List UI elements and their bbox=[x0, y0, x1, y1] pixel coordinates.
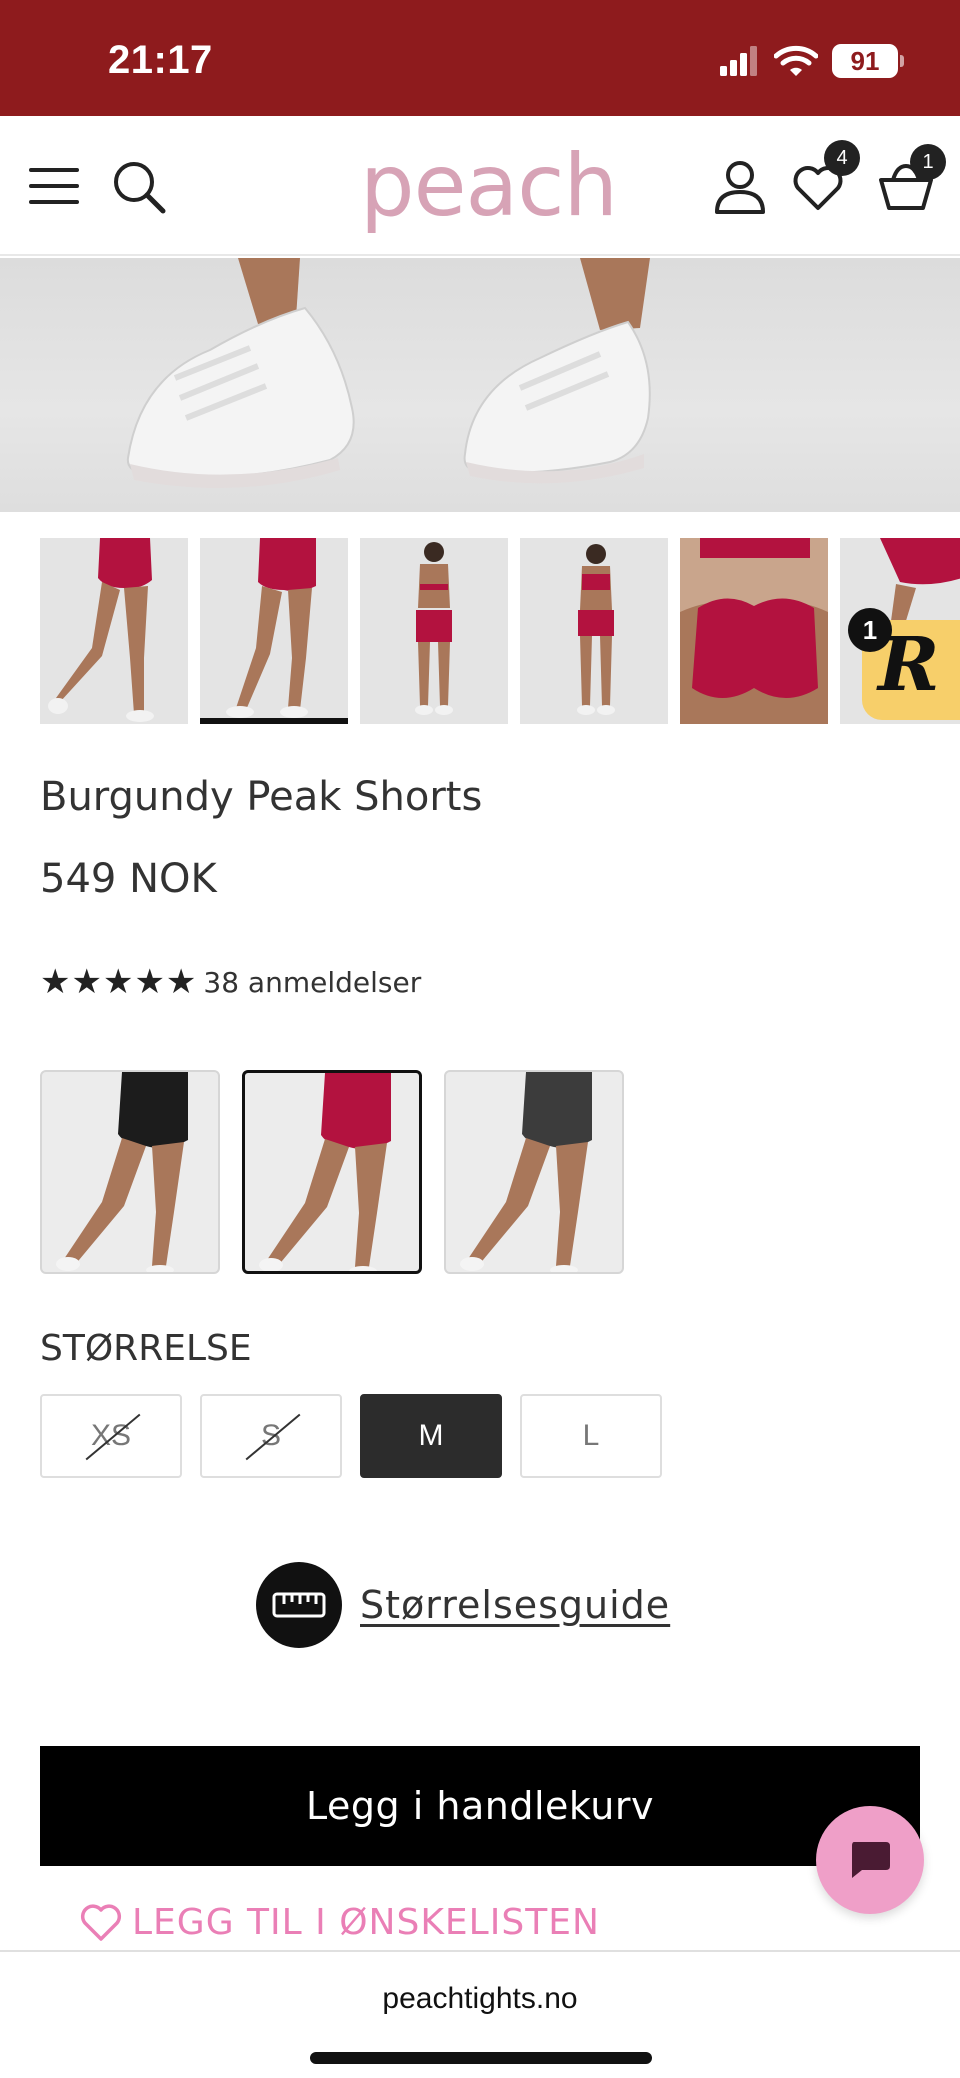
site-header: peach 4 1 bbox=[0, 116, 960, 256]
burgundy-shorts-photo bbox=[259, 1073, 391, 1271]
signal-icon bbox=[720, 46, 757, 76]
size-option-s[interactable]: S bbox=[200, 1394, 342, 1478]
search-icon bbox=[114, 162, 166, 214]
product-title: Burgundy Peak Shorts bbox=[40, 774, 483, 820]
menu-button[interactable] bbox=[28, 166, 80, 206]
thumbnail-2[interactable] bbox=[200, 538, 348, 724]
rewards-count-badge: 1 bbox=[848, 608, 892, 652]
chat-button[interactable] bbox=[816, 1806, 924, 1914]
add-to-wishlist-label: LEGG TIL I ØNSKELISTEN bbox=[132, 1902, 600, 1943]
battery-indicator: 91 bbox=[832, 44, 904, 78]
hamburger-icon bbox=[29, 168, 79, 204]
status-time: 21:17 bbox=[108, 38, 213, 82]
browser-address-bar[interactable]: peachtights.no bbox=[0, 1950, 960, 2078]
home-indicator[interactable] bbox=[310, 2052, 652, 2064]
color-option-black[interactable] bbox=[40, 1070, 220, 1274]
size-option-l[interactable]: L bbox=[520, 1394, 662, 1478]
thumbnail-4[interactable] bbox=[520, 538, 668, 724]
thumbnail-5[interactable] bbox=[680, 538, 828, 724]
size-guide-link[interactable]: Størrelsesguide bbox=[256, 1562, 670, 1648]
search-button[interactable] bbox=[110, 158, 168, 216]
heart-outline-icon bbox=[80, 1903, 122, 1941]
site-logo[interactable]: peach bbox=[360, 136, 618, 236]
color-option-burgundy[interactable] bbox=[242, 1070, 422, 1274]
product-price: 549 NOK bbox=[40, 856, 217, 902]
ruler-icon bbox=[256, 1562, 342, 1648]
size-guide-label[interactable]: Størrelsesguide bbox=[360, 1583, 670, 1627]
url-text[interactable]: peachtights.no bbox=[0, 1982, 960, 2016]
rating-stars-icon: ★★★★★ bbox=[40, 962, 198, 1002]
chat-icon bbox=[852, 1842, 890, 1878]
size-label: STØRRELSE bbox=[40, 1328, 252, 1369]
size-selector: XS S M L bbox=[40, 1394, 662, 1478]
thumbnail-strip bbox=[40, 538, 960, 724]
size-option-m[interactable]: M bbox=[360, 1394, 502, 1478]
product-page: 21:17 91 peach 4 1 R 1 Burgundy Peak Sho… bbox=[0, 0, 960, 2078]
product-rating[interactable]: ★★★★★ 38 anmeldelser bbox=[40, 962, 421, 1002]
color-selector bbox=[40, 1070, 624, 1274]
model-photo bbox=[680, 538, 828, 724]
cart-count-badge: 1 bbox=[910, 144, 946, 180]
status-bar: 21:17 91 bbox=[0, 0, 960, 116]
color-option-charcoal[interactable] bbox=[444, 1070, 624, 1274]
model-photo bbox=[48, 538, 154, 722]
model-photo bbox=[577, 544, 615, 715]
user-icon bbox=[715, 161, 765, 214]
sneakers-image bbox=[126, 258, 651, 488]
thumbnail-3[interactable] bbox=[360, 538, 508, 724]
size-option-xs[interactable]: XS bbox=[40, 1394, 182, 1478]
account-button[interactable] bbox=[712, 158, 768, 216]
wifi-icon bbox=[774, 45, 818, 76]
product-main-image[interactable] bbox=[0, 258, 960, 512]
wishlist-count-badge: 4 bbox=[824, 140, 860, 176]
model-photo bbox=[226, 538, 316, 718]
add-to-cart-button[interactable]: Legg i handlekurv bbox=[40, 1746, 920, 1866]
model-photo bbox=[415, 542, 453, 715]
add-to-wishlist-button[interactable]: LEGG TIL I ØNSKELISTEN bbox=[80, 1902, 600, 1943]
review-count[interactable]: 38 anmeldelser bbox=[203, 966, 421, 999]
black-shorts-photo bbox=[56, 1072, 188, 1272]
thumbnail-1[interactable] bbox=[40, 538, 188, 724]
charcoal-shorts-photo bbox=[460, 1072, 592, 1272]
status-icons: 91 bbox=[720, 44, 904, 78]
